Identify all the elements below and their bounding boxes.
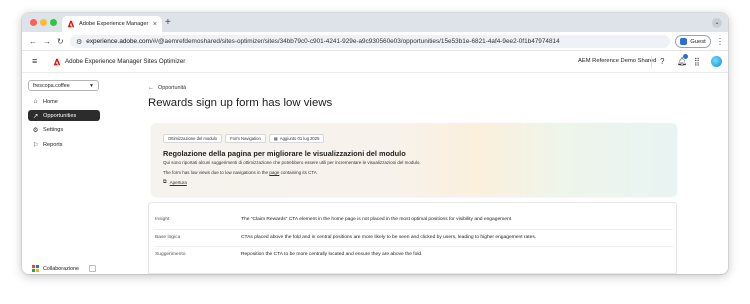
detail-row-suggestion: Suggerimento Reposition the CTA to be mo… <box>155 252 423 257</box>
sidebar-item-home[interactable]: ⌂ Home <box>28 96 100 107</box>
home-icon: ⌂ <box>33 98 38 105</box>
new-tab-button[interactable]: + <box>165 16 171 30</box>
app-header: ≡ Adobe Experience Manager Sites Optimiz… <box>22 51 728 73</box>
user-avatar[interactable] <box>711 56 722 67</box>
guest-avatar-icon <box>680 38 688 45</box>
chevron-down-icon: ▼ <box>89 82 94 89</box>
site-info-icon[interactable]: ⚙ <box>76 38 82 46</box>
apps-grid-icon[interactable]: ⣿ <box>694 56 700 67</box>
back-arrow-icon[interactable]: ← <box>29 35 37 48</box>
adobe-logo-icon[interactable] <box>53 58 61 66</box>
tab-bar: Adobe Experience Manager S × + ⌄ <box>22 13 728 32</box>
url-text: experience.adobe.com/#/@aemrefdemoshared… <box>86 38 560 45</box>
guest-profile-button[interactable]: Guest <box>675 35 711 48</box>
calendar-icon: ▦ <box>273 136 278 141</box>
collapse-panel-icon[interactable] <box>89 265 96 272</box>
open-in-browser-icon: ⧉ <box>163 179 167 185</box>
open-link[interactable]: ⧉ Apertura <box>163 179 187 185</box>
hamburger-menu-icon[interactable]: ≡ <box>32 57 37 66</box>
date-chip: ▦ Aggiunto 01 lug 2025 <box>268 134 325 143</box>
detail-row-insight: Insight The "Claim Rewards" CTA element … <box>155 217 512 222</box>
sidebar-item-reports[interactable]: ⚐ Reports <box>28 139 100 150</box>
back-to-opportunities-link[interactable]: ← Opportunità <box>148 85 186 91</box>
app-title: Adobe Experience Manager Sites Optimizer <box>65 58 186 65</box>
page-link[interactable]: page <box>269 170 279 175</box>
card-subtitle: Qui sono riportati alcuni suggerimenti d… <box>163 160 421 165</box>
detail-row-rationale: Base logica CTAs placed above the fold a… <box>155 235 537 240</box>
close-window-button[interactable] <box>30 19 37 26</box>
tag-list: Ottimizzazione del modulo Form Navigatio… <box>163 134 325 143</box>
forward-arrow-icon[interactable]: → <box>43 35 51 48</box>
page-title: Rewards sign up form has low views <box>148 97 333 109</box>
collaboration-button[interactable]: Collaborazione <box>32 265 79 272</box>
collaboration-icon <box>32 265 39 272</box>
tag-chip: Form Navigation <box>225 134 266 143</box>
site-select[interactable]: frescopa.coffee ▼ <box>28 80 99 91</box>
minimize-window-button[interactable] <box>40 19 47 26</box>
sidebar-item-settings[interactable]: ⚙ Settings <box>28 124 100 135</box>
tab-title: Adobe Experience Manager S <box>79 21 149 27</box>
notification-badge <box>683 54 688 59</box>
card-title: Regolazione della pagina per migliorare … <box>163 149 406 158</box>
details-panel: Insight The "Claim Rewards" CTA element … <box>148 202 677 274</box>
tab-search-chevron-icon[interactable]: ⌄ <box>712 18 722 28</box>
reports-icon: ⚐ <box>32 141 39 149</box>
card-note: The form has low views due to low naviga… <box>163 170 317 175</box>
opportunities-icon: ↗ <box>32 112 39 120</box>
reload-icon[interactable]: ↻ <box>57 35 64 48</box>
sidebar-item-opportunities[interactable]: ↗ Opportunities <box>28 110 100 121</box>
back-arrow-icon: ← <box>148 85 154 91</box>
browser-menu-icon[interactable]: ⋮ <box>716 35 724 48</box>
address-bar[interactable]: ⚙ experience.adobe.com/#/@aemrefdemoshar… <box>70 35 670 48</box>
tag-chip: Ottimizzazione del modulo <box>163 134 223 143</box>
tab-close-icon[interactable]: × <box>153 21 157 28</box>
header-divider <box>651 56 652 68</box>
navigation-bar: ← → ↻ ⚙ experience.adobe.com/#/@aemrefde… <box>22 32 728 51</box>
maximize-window-button[interactable] <box>50 19 57 26</box>
opportunity-summary-card: Ottimizzazione del modulo Form Navigatio… <box>151 123 677 196</box>
adobe-favicon-icon <box>67 20 75 28</box>
browser-tab[interactable]: Adobe Experience Manager S × <box>62 16 162 32</box>
browser-window: Adobe Experience Manager S × + ⌄ ← → ↻ ⚙… <box>22 13 728 274</box>
sidebar: frescopa.coffee ▼ ⌂ Home ↗ Opportunities… <box>22 74 106 274</box>
gear-icon: ⚙ <box>32 126 39 134</box>
help-icon[interactable]: ? <box>660 56 664 67</box>
org-switcher[interactable]: AEM Reference Demo Shared <box>578 58 656 64</box>
